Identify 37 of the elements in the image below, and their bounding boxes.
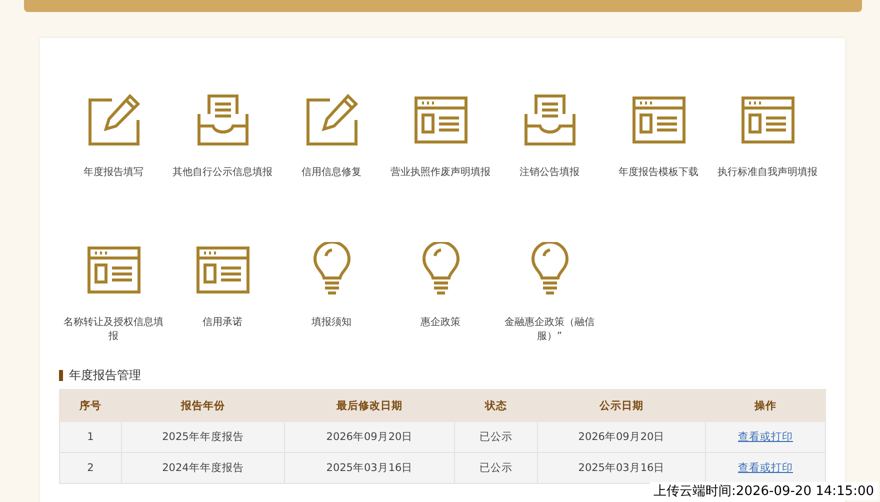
service-link[interactable]: 注销公告填报: [498, 166, 602, 180]
service-link[interactable]: 其他自行公示信息填报: [170, 166, 274, 180]
section-title: 年度报告管理: [69, 367, 141, 384]
table-cell: 2024年年度报告: [122, 452, 284, 484]
table-cell: 1: [60, 422, 122, 452]
column-header: 操作: [706, 390, 826, 422]
column-header: 报告年份: [122, 390, 284, 422]
service-link[interactable]: 信用信息修复: [280, 166, 384, 180]
table-cell: 已公示: [454, 422, 538, 452]
column-header: 最后修改日期: [284, 390, 454, 422]
title-marker: [59, 370, 63, 381]
table-cell: 2026年09月20日: [538, 422, 706, 452]
table-cell: 2025年03月16日: [538, 452, 706, 484]
table-cell: 已公示: [454, 452, 538, 484]
service-link[interactable]: 填报须知: [280, 316, 384, 330]
pencil-icon: [304, 92, 360, 148]
service-link[interactable]: 惠企政策: [388, 316, 492, 330]
table-cell: 2: [60, 452, 122, 484]
service-link[interactable]: 名称转让及授权信息填报: [62, 316, 166, 344]
pencil-icon: [86, 92, 142, 148]
service-link[interactable]: 执行标准自我声明填报: [716, 166, 820, 180]
table-cell: 2025年03月16日: [284, 452, 454, 484]
upload-time: 上传云端时间:2026-09-20 14:15:00: [650, 482, 878, 500]
service-link[interactable]: 信用承诺: [170, 316, 274, 330]
table-cell: 2026年09月20日: [284, 422, 454, 452]
column-header: 公示日期: [538, 390, 706, 422]
view-print-link[interactable]: 查看或打印: [738, 462, 793, 474]
column-header: 状态: [454, 390, 538, 422]
inbox-icon: [522, 92, 578, 148]
service-link[interactable]: 金融惠企政策（融信服）”: [498, 316, 602, 344]
column-header: 序号: [60, 390, 122, 422]
table-cell: 2025年年度报告: [122, 422, 284, 452]
inbox-icon: [194, 92, 250, 148]
service-link[interactable]: 年度报告填写: [62, 166, 166, 180]
service-link[interactable]: 年度报告模板下载: [606, 166, 710, 180]
view-print-link[interactable]: 查看或打印: [738, 431, 793, 443]
service-link[interactable]: 营业执照作废声明填报: [388, 166, 492, 180]
